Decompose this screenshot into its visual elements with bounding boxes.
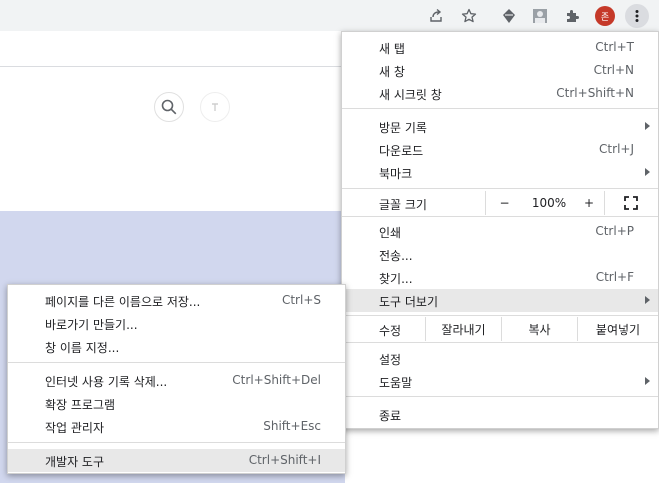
extensions-puzzle-icon[interactable] [561,4,585,28]
menu-item-label: 방문 기록 [379,121,427,135]
menu-item-label: 찾기... [379,272,413,286]
search-icon[interactable] [154,92,184,122]
submenu-save-page[interactable]: 페이지를 다른 이름으로 저장... Ctrl+S [8,289,345,312]
profile-thumb-icon[interactable] [528,4,552,28]
copy-button[interactable]: 복사 [501,317,577,341]
menu-find[interactable]: 찾기... Ctrl+F [342,266,658,289]
menu-item-label: 종료 [379,409,402,423]
menu-item-shortcut: Ctrl+Shift+Del [232,373,321,387]
menu-item-label: 북마크 [379,167,413,181]
menu-new-tab[interactable]: 새 탭 Ctrl+T [342,36,658,59]
edit-label: 수정 [379,324,402,338]
menu-separator [342,188,658,189]
menu-item-shortcut: Ctrl+J [599,142,634,156]
menu-item-label: 바로가기 만들기... [45,318,138,332]
menu-item-shortcut: Ctrl+Shift+N [556,86,634,100]
zoom-in-button[interactable]: + [574,196,604,210]
menu-exit[interactable]: 종료 [342,403,658,426]
menu-item-label: 인터넷 사용 기록 삭제... [45,375,168,389]
menu-item-label: 새 시크릿 창 [379,88,442,102]
menu-item-label: 페이지를 다른 이름으로 저장... [45,295,201,309]
menu-item-shortcut: Ctrl+T [595,40,634,54]
submenu-task-manager[interactable]: 작업 관리자 Shift+Esc [8,415,345,438]
menu-item-label: 확장 프로그램 [45,398,116,412]
menu-separator [342,342,658,343]
menu-item-shortcut: Shift+Esc [263,419,321,433]
avatar: 존 [595,6,615,26]
menu-cast[interactable]: 전송... [342,243,658,266]
menu-settings[interactable]: 설정 [342,347,658,370]
menu-separator [342,108,658,109]
menu-zoom-row: 글꼴 크기 − 100% + [342,191,658,215]
menu-item-label: 새 창 [379,65,405,79]
menu-help[interactable]: 도움말 [342,370,658,393]
menu-item-shortcut: Ctrl+N [593,63,634,77]
copy-label: 복사 [528,322,551,337]
menu-item-label: 설정 [379,353,402,367]
more-tools-submenu: 페이지를 다른 이름으로 저장... Ctrl+S 바로가기 만들기... 창 … [7,284,346,474]
scroll-top-icon[interactable] [200,92,230,122]
paste-button[interactable]: 붙여넣기 [577,317,658,341]
menu-separator [342,216,658,217]
menu-edit-row: 수정 잘라내기 복사 붙여넣기 [342,317,658,341]
menu-item-shortcut: Ctrl+P [595,224,634,238]
menu-history[interactable]: 방문 기록 [342,115,658,138]
extension-app-icon[interactable] [497,4,521,28]
menu-more-tools[interactable]: 도구 더보기 [342,289,658,312]
submenu-arrow-icon [645,296,650,304]
cut-label: 잘라내기 [441,322,486,337]
menu-downloads[interactable]: 다운로드 Ctrl+J [342,138,658,161]
submenu-arrow-icon [645,122,650,130]
submenu-name-window[interactable]: 창 이름 지정... [8,335,345,358]
menu-separator [342,396,658,397]
zoom-minus-icon: − [499,196,510,210]
submenu-arrow-icon [645,168,650,176]
chrome-main-menu: 새 탭 Ctrl+T 새 창 Ctrl+N 새 시크릿 창 Ctrl+Shift… [341,31,659,429]
menu-item-label: 작업 관리자 [45,421,105,435]
fullscreen-button[interactable] [604,191,658,215]
zoom-label: 글꼴 크기 [379,198,427,212]
menu-print[interactable]: 인쇄 Ctrl+P [342,220,658,243]
menu-item-shortcut: Ctrl+Shift+I [248,453,321,467]
more-vert-icon[interactable] [625,4,649,28]
menu-item-label: 다운로드 [379,144,424,158]
submenu-create-shortcut[interactable]: 바로가기 만들기... [8,312,345,335]
menu-item-label: 창 이름 지정... [45,341,120,355]
cut-button[interactable]: 잘라내기 [425,317,501,341]
menu-item-shortcut: Ctrl+F [595,270,634,284]
zoom-out-button[interactable]: − [485,191,523,215]
menu-item-label: 개발자 도구 [45,455,105,469]
submenu-dev-tools[interactable]: 개발자 도구 Ctrl+Shift+I [8,449,345,472]
page-divider [0,66,345,67]
submenu-extensions[interactable]: 확장 프로그램 [8,392,345,415]
bookmark-star-icon[interactable] [457,4,481,28]
menu-item-label: 전송... [379,249,413,263]
paste-label: 붙여넣기 [595,322,641,337]
menu-item-label: 새 탭 [379,42,405,56]
menu-separator [342,315,658,316]
share-icon[interactable] [424,4,448,28]
avatar-button[interactable]: 존 [593,4,617,28]
menu-item-shortcut: Ctrl+S [281,293,321,307]
menu-item-label: 도움말 [379,376,413,390]
menu-new-window[interactable]: 새 창 Ctrl+N [342,59,658,82]
menu-separator [8,442,345,443]
menu-new-incognito[interactable]: 새 시크릿 창 Ctrl+Shift+N [342,82,658,105]
fullscreen-icon [624,196,638,210]
submenu-clear-data[interactable]: 인터넷 사용 기록 삭제... Ctrl+Shift+Del [8,369,345,392]
menu-item-label: 도구 더보기 [379,295,439,309]
zoom-level: 100% [531,196,567,210]
menu-item-label: 인쇄 [379,226,402,240]
submenu-arrow-icon [645,377,650,385]
menu-separator [8,362,345,363]
browser-toolbar: 존 [0,0,659,31]
menu-bookmarks[interactable]: 북마크 [342,161,658,184]
